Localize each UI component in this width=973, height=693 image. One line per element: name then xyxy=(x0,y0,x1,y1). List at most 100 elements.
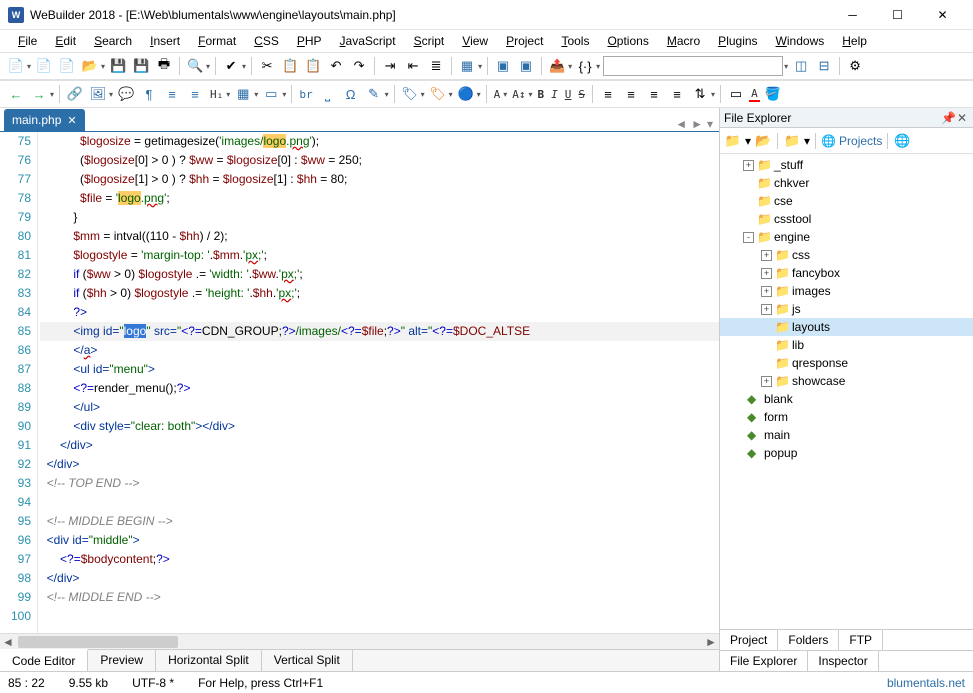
form-icon[interactable]: ▭ xyxy=(261,84,281,104)
italic-icon[interactable]: I xyxy=(549,88,560,101)
back-icon[interactable]: ← xyxy=(6,84,26,104)
align-justify-icon[interactable]: ≡ xyxy=(667,84,687,104)
tree-folder-layouts[interactable]: 📁layouts xyxy=(720,318,973,336)
new-folder-icon[interactable]: 📁 xyxy=(783,132,801,150)
label-icon[interactable]: 🏷 xyxy=(400,84,420,104)
line-height-icon[interactable]: ⇅ xyxy=(690,84,710,104)
bookmark2-icon[interactable]: ▣ xyxy=(516,56,536,76)
run-icon[interactable]: {·} xyxy=(575,56,595,76)
tree-folder-js[interactable]: +📁js xyxy=(720,300,973,318)
menu-format[interactable]: Format xyxy=(190,32,244,50)
list-ul-icon[interactable]: ≡ xyxy=(162,84,182,104)
maximize-button[interactable]: ☐ xyxy=(875,0,920,30)
redo-icon[interactable]: ↷ xyxy=(349,56,369,76)
omega-icon[interactable]: Ω xyxy=(341,84,361,104)
save-icon[interactable]: 💾 xyxy=(108,56,128,76)
menu-edit[interactable]: Edit xyxy=(47,32,84,50)
tab-prev-icon[interactable]: ◄ xyxy=(675,117,687,131)
indent-icon[interactable]: ⇥ xyxy=(380,56,400,76)
projects-button[interactable]: 🌐 Projects xyxy=(821,134,882,148)
undo-icon[interactable]: ↶ xyxy=(326,56,346,76)
paste-icon[interactable]: 📋 xyxy=(303,56,323,76)
label2-icon[interactable]: 🏷 xyxy=(428,84,448,104)
menu-search[interactable]: Search xyxy=(86,32,140,50)
mode-tab-vertical-split[interactable]: Vertical Split xyxy=(262,650,353,671)
side-tab-folders[interactable]: Folders xyxy=(778,630,839,650)
side-tab-file-explorer[interactable]: File Explorer xyxy=(720,651,808,671)
tree-folder-showcase[interactable]: +📁showcase xyxy=(720,372,973,390)
browser-icon[interactable]: ▦ xyxy=(457,56,477,76)
folder-open-icon[interactable]: 📂 xyxy=(754,132,772,150)
tree-folder-css[interactable]: +📁css xyxy=(720,246,973,264)
menu-plugins[interactable]: Plugins xyxy=(710,32,765,50)
table-icon[interactable]: ▦ xyxy=(233,84,253,104)
tree-file-main[interactable]: ◆main xyxy=(720,426,973,444)
menu-options[interactable]: Options xyxy=(599,32,656,50)
menu-help[interactable]: Help xyxy=(834,32,875,50)
tree-folder-lib[interactable]: 📁lib xyxy=(720,336,973,354)
comment-icon[interactable]: 💬 xyxy=(116,84,136,104)
mode-tab-code-editor[interactable]: Code Editor xyxy=(0,649,88,671)
tab-next-icon[interactable]: ► xyxy=(691,117,703,131)
tree-folder-_stuff[interactable]: +📁_stuff xyxy=(720,156,973,174)
save-all-icon[interactable]: 💾 xyxy=(131,56,151,76)
tab-list-icon[interactable]: ▾ xyxy=(707,117,713,131)
tree-folder-chkver[interactable]: 📁chkver xyxy=(720,174,973,192)
tag-icon[interactable]: ✎ xyxy=(364,84,384,104)
forward-icon[interactable]: → xyxy=(29,84,49,104)
pin-icon[interactable]: 📌 xyxy=(941,111,955,125)
folder-tree[interactable]: +📁_stuff📁chkver📁cse📁csstool-📁engine+📁css… xyxy=(720,154,973,629)
menu-windows[interactable]: Windows xyxy=(768,32,833,50)
tree-folder-csstool[interactable]: 📁csstool xyxy=(720,210,973,228)
align-left-icon[interactable]: ≡ xyxy=(598,84,618,104)
panel-close-icon[interactable]: ✕ xyxy=(955,111,969,125)
underline-icon[interactable]: U xyxy=(563,88,574,101)
side-tab-project[interactable]: Project xyxy=(720,630,778,650)
new-icon[interactable]: 📄 xyxy=(6,56,26,76)
menu-css[interactable]: CSS xyxy=(246,32,287,50)
nbsp-icon[interactable]: ⎵ xyxy=(318,84,338,104)
pilcrow-icon[interactable]: ¶ xyxy=(139,84,159,104)
print-icon[interactable]: 🖶 xyxy=(154,56,174,76)
tree-folder-qresponse[interactable]: 📁qresponse xyxy=(720,354,973,372)
code-editor[interactable]: 7576777879808182838485868788899091929394… xyxy=(0,132,719,633)
fill-icon[interactable]: 🪣 xyxy=(763,84,783,104)
menu-script[interactable]: Script xyxy=(406,32,453,50)
tree-folder-images[interactable]: +📁images xyxy=(720,282,973,300)
search-icon[interactable]: 🔍 xyxy=(185,56,205,76)
tree-file-blank[interactable]: ◆blank xyxy=(720,390,973,408)
menu-view[interactable]: View xyxy=(454,32,496,50)
outdent-icon[interactable]: ⇤ xyxy=(403,56,423,76)
tree-folder-cse[interactable]: 📁cse xyxy=(720,192,973,210)
globe-icon[interactable]: 🌐 xyxy=(893,132,911,150)
tree-folder-fancybox[interactable]: +📁fancybox xyxy=(720,264,973,282)
split-v-icon[interactable]: ⊟ xyxy=(814,56,834,76)
spellcheck-icon[interactable]: ✔ xyxy=(221,56,241,76)
font-size-icon[interactable]: A↕ xyxy=(510,88,527,101)
tab-close-icon[interactable]: ✕ xyxy=(67,114,76,127)
settings-icon[interactable]: ⚙ xyxy=(845,56,865,76)
list-ol-icon[interactable]: ≡ xyxy=(185,84,205,104)
menu-php[interactable]: PHP xyxy=(289,32,330,50)
upload-icon[interactable]: 📤 xyxy=(547,56,567,76)
tree-file-popup[interactable]: ◆popup xyxy=(720,444,973,462)
tab-main-php[interactable]: main.php ✕ xyxy=(4,109,85,131)
new-template-icon[interactable]: 📄 xyxy=(34,56,54,76)
br-label[interactable]: br xyxy=(297,88,314,101)
align-center-icon[interactable]: ≡ xyxy=(621,84,641,104)
mode-tab-horizontal-split[interactable]: Horizontal Split xyxy=(156,650,262,671)
side-tab-inspector[interactable]: Inspector xyxy=(808,651,878,671)
menu-project[interactable]: Project xyxy=(498,32,551,50)
border-icon[interactable]: ▭ xyxy=(726,84,746,104)
status-link[interactable]: blumentals.net xyxy=(887,676,965,690)
tag-combo[interactable] xyxy=(603,56,783,76)
link-icon[interactable]: 🔗 xyxy=(65,84,85,104)
font-a-icon[interactable]: A xyxy=(492,88,503,101)
image-icon[interactable]: 🖼 xyxy=(88,84,108,104)
tree-file-form[interactable]: ◆form xyxy=(720,408,973,426)
strike-icon[interactable]: S xyxy=(576,88,587,101)
folder-up-icon[interactable]: 📁 xyxy=(724,132,742,150)
mode-tab-preview[interactable]: Preview xyxy=(88,650,156,671)
close-button[interactable]: ✕ xyxy=(920,0,965,30)
menu-insert[interactable]: Insert xyxy=(142,32,188,50)
